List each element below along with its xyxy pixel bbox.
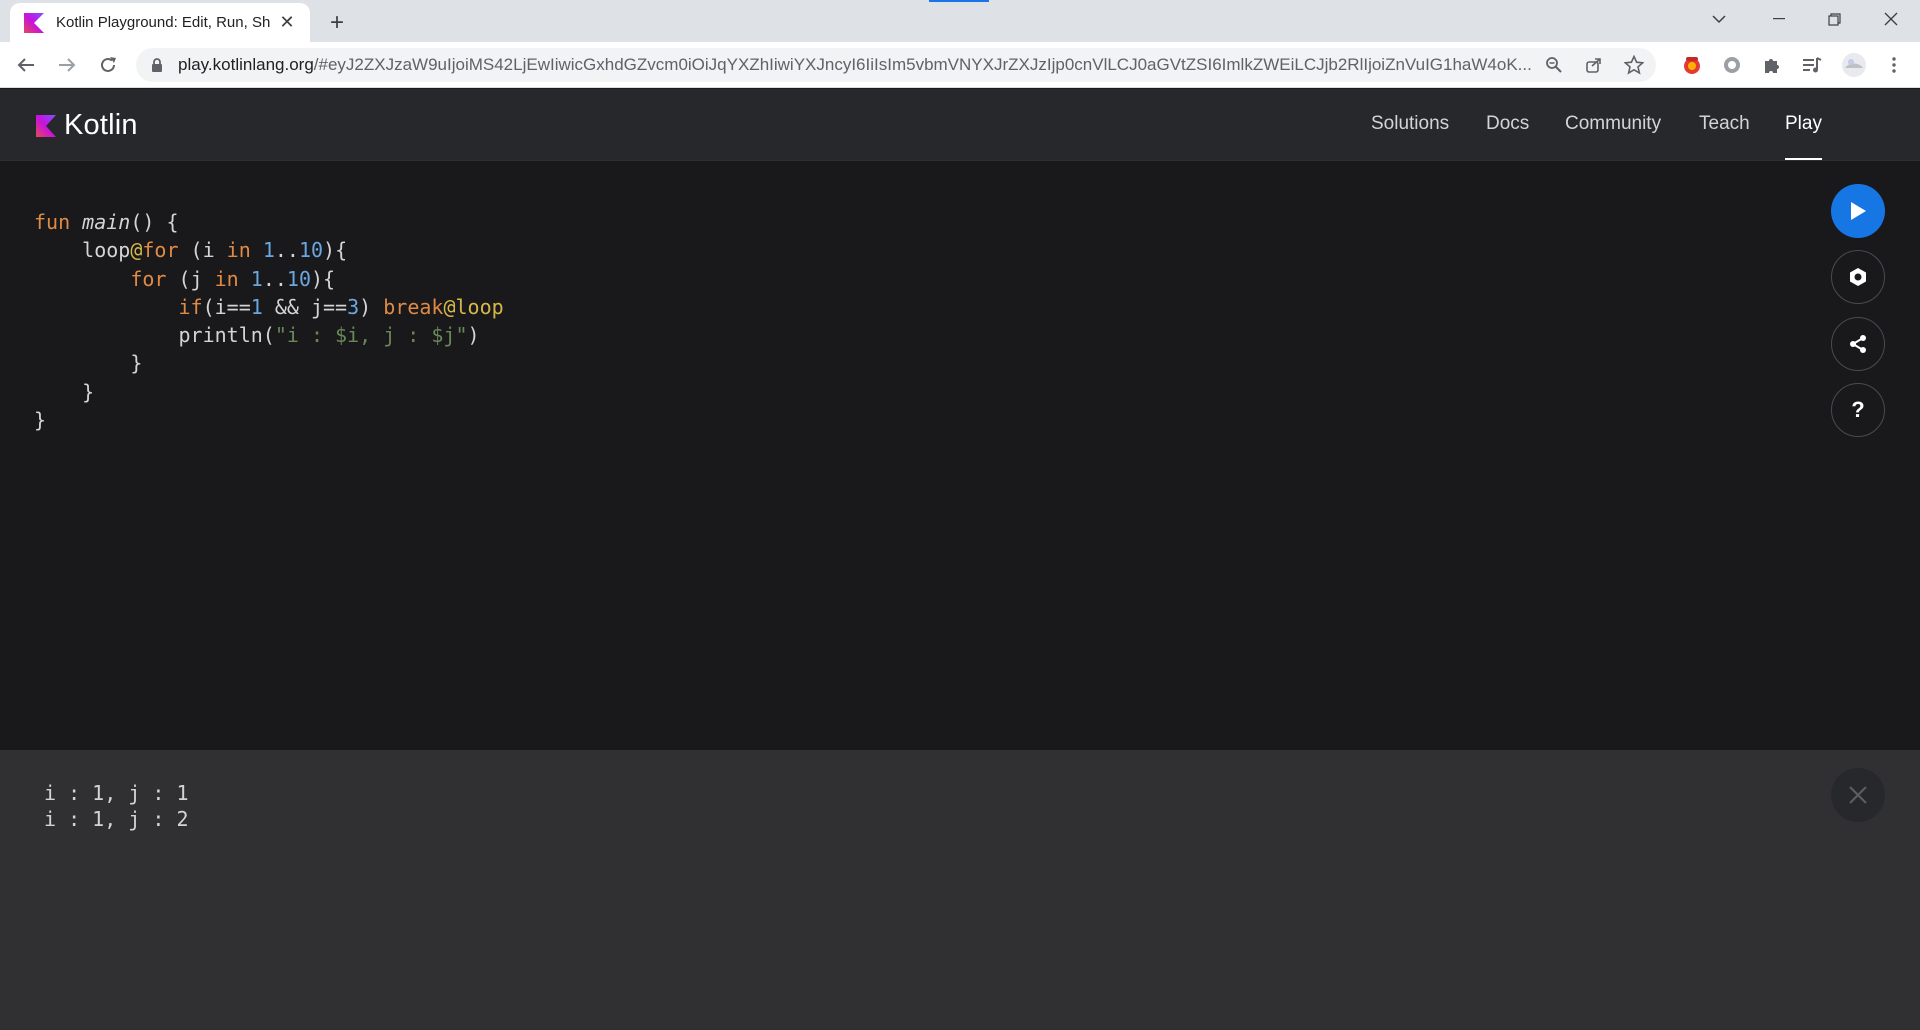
code-line[interactable]: for (j in 1..10){ <box>34 265 504 293</box>
close-output-button[interactable] <box>1831 768 1885 822</box>
kotlin-logo-icon <box>36 114 56 137</box>
code-content[interactable]: fun main() { loop@for (i in 1..10){ for … <box>34 208 504 434</box>
media-playlist-icon[interactable] <box>1796 49 1828 81</box>
forward-arrow-icon[interactable] <box>51 49 83 81</box>
site-header: Kotlin Solutions Docs Community Teach Pl… <box>0 89 1920 161</box>
code-line[interactable]: } <box>34 378 504 406</box>
tab-close-icon[interactable]: ✕ <box>276 12 298 34</box>
nav-solutions[interactable]: Solutions <box>1371 113 1449 135</box>
output-line: i : 1, j : 1 <box>44 781 189 805</box>
code-line[interactable]: fun main() { <box>34 208 504 236</box>
share-icon <box>1850 335 1866 353</box>
logo-text: Kotlin <box>64 109 138 141</box>
help-button[interactable]: ? <box>1831 383 1885 437</box>
tab-search-chevron-icon[interactable] <box>1696 0 1742 38</box>
share-button[interactable] <box>1831 317 1885 371</box>
url-host: play.kotlinlang.org <box>178 55 314 74</box>
nav-teach[interactable]: Teach <box>1699 113 1750 135</box>
extension-red-icon[interactable] <box>1676 49 1708 81</box>
code-line[interactable]: loop@for (i in 1..10){ <box>34 236 504 264</box>
output-line: i : 1, j : 2 <box>44 807 189 831</box>
run-button[interactable] <box>1831 184 1885 238</box>
code-line[interactable]: println("i : $i, j : $j") <box>34 321 504 349</box>
kotlin-favicon-icon <box>24 12 44 33</box>
bookmark-star-icon[interactable] <box>1618 49 1650 81</box>
profile-avatar[interactable] <box>1838 49 1870 81</box>
browser-toolbar: play.kotlinlang.org/#eyJ2ZXJzaW9uIjoiMS4… <box>0 42 1920 88</box>
reload-icon[interactable] <box>92 49 124 81</box>
nav-docs[interactable]: Docs <box>1486 113 1529 135</box>
nav-active-underline <box>1785 158 1822 160</box>
code-line[interactable]: } <box>34 406 504 434</box>
nav-play[interactable]: Play <box>1785 113 1822 135</box>
close-icon <box>1849 786 1867 804</box>
back-arrow-icon[interactable] <box>10 49 42 81</box>
extensions-puzzle-icon[interactable] <box>1756 49 1788 81</box>
output-panel: i : 1, j : 1i : 1, j : 2 <box>0 750 1920 1030</box>
restore-icon[interactable] <box>1811 0 1857 38</box>
url-path: /#eyJ2ZXJzaW9uIjoiMS42LjEwIiwicGxhdGZvcm… <box>313 55 1532 74</box>
new-tab-icon[interactable]: + <box>322 8 352 38</box>
zoom-icon[interactable] <box>1538 49 1570 81</box>
tab-strip-indicator <box>929 0 989 2</box>
output-text: i : 1, j : 1i : 1, j : 2 <box>44 780 189 832</box>
code-line[interactable]: } <box>34 349 504 377</box>
browser-menu-icon[interactable] <box>1878 49 1910 81</box>
nav-community[interactable]: Community <box>1565 113 1661 135</box>
browser-tab-bar: Kotlin Playground: Edit, Run, Sh ✕ + <box>0 0 1920 42</box>
extension-circle-icon[interactable] <box>1716 49 1748 81</box>
settings-button[interactable] <box>1831 250 1885 304</box>
code-editor[interactable]: fun main() { loop@for (i in 1..10){ for … <box>0 162 1920 750</box>
lock-icon <box>152 58 162 72</box>
question-icon: ? <box>1851 397 1865 422</box>
minimize-icon[interactable] <box>1756 0 1802 38</box>
kotlin-logo[interactable]: Kotlin <box>36 109 138 142</box>
play-icon <box>1851 202 1866 220</box>
address-bar[interactable]: play.kotlinlang.org/#eyJ2ZXJzaW9uIjoiMS4… <box>136 48 1656 82</box>
tab-title: Kotlin Playground: Edit, Run, Sh <box>56 14 271 31</box>
gear-icon <box>1850 268 1866 286</box>
code-line[interactable]: if(i==1 && j==3) break@loop <box>34 293 504 321</box>
url-text: play.kotlinlang.org/#eyJ2ZXJzaW9uIjoiMS4… <box>178 55 1558 75</box>
close-window-icon[interactable] <box>1868 0 1914 38</box>
browser-tab-active[interactable]: Kotlin Playground: Edit, Run, Sh ✕ <box>10 3 310 42</box>
share-page-icon[interactable] <box>1578 49 1610 81</box>
